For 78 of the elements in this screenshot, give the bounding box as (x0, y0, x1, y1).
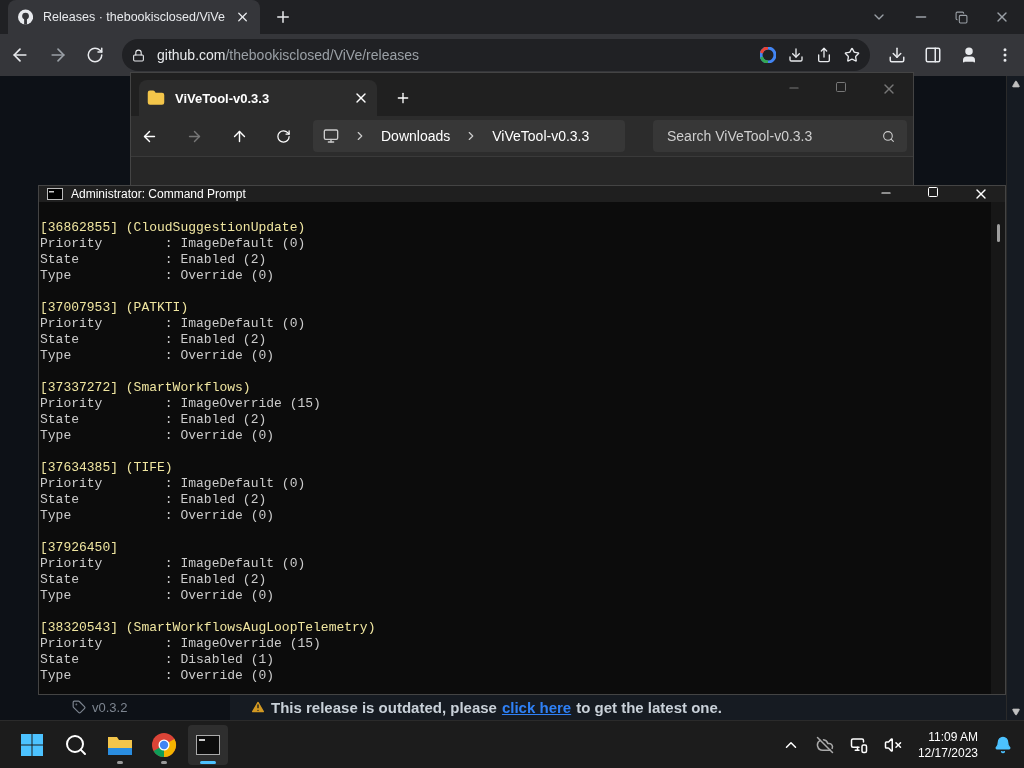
feature-header: [38320543] (SmartWorkflowsAugLoopTelemetry) (40, 620, 377, 636)
running-indicator (200, 760, 216, 764)
scroll-up-icon[interactable] (1011, 80, 1020, 88)
date-text: 12/17/2023 (917, 744, 978, 761)
windows-logo-icon (20, 732, 44, 757)
console-line: State : Enabled (2) (40, 412, 268, 428)
explorer-tab[interactable]: ViVeTool-v0.3.3 (139, 80, 377, 116)
tag-icon (72, 700, 86, 714)
breadcrumb[interactable]: ViVeTool-v0.3.3 (492, 128, 590, 144)
console-line: Type : Override (0) (40, 588, 276, 604)
restore-icon[interactable] (955, 10, 968, 24)
console-line: State : Disabled (1) (40, 652, 276, 668)
console-line: State : Enabled (2) (40, 492, 268, 508)
console-line: Type : Override (0) (40, 268, 276, 284)
scrollbar[interactable] (991, 202, 1005, 694)
time-text: 11:09 AM (928, 728, 978, 745)
running-indicator (161, 760, 167, 764)
cloud-off-icon[interactable] (815, 735, 834, 754)
address-bar[interactable]: Downloads ViVeTool-v0.3.3 (313, 120, 625, 152)
console-line: Priority : ImageDefault (0) (40, 556, 307, 572)
search-icon (64, 732, 88, 757)
console-line: Type : Override (0) (40, 348, 276, 364)
search-icon (882, 129, 895, 143)
warning-icon (250, 699, 266, 715)
running-indicator (117, 760, 123, 764)
new-tab-icon[interactable] (395, 90, 411, 106)
outdated-banner: This release is outdated, please click here to get the latest one. (230, 694, 1006, 720)
new-tab-icon[interactable] (274, 8, 292, 26)
console-line: State : Enabled (2) (40, 572, 268, 588)
feature-header: [36862855] (CloudSuggestionUpdate) (40, 220, 307, 236)
console-line: Priority : ImageDefault (0) (40, 316, 307, 332)
console-line: Priority : ImageDefault (0) (40, 236, 307, 252)
feature-header: [37337272] (SmartWorkflows) (40, 380, 252, 396)
reload-icon[interactable] (86, 46, 104, 64)
explorer-tab-title: ViVeTool-v0.3.3 (175, 90, 271, 106)
refresh-icon[interactable] (276, 128, 291, 144)
downloads-icon[interactable] (888, 46, 906, 64)
scrollbar[interactable] (1006, 76, 1024, 720)
tab-title: Releases · thebookisclosed/ViVe (43, 10, 225, 24)
breadcrumb[interactable]: Downloads (381, 128, 451, 144)
taskbar-app[interactable] (188, 724, 228, 765)
browser-tab[interactable]: Releases · thebookisclosed/ViVe (8, 0, 260, 34)
profile-icon[interactable] (960, 46, 978, 64)
terminal-icon (196, 734, 220, 755)
clock[interactable]: 11:09 AM 12/17/2023 (917, 728, 978, 761)
lock-icon (132, 48, 145, 62)
bookmark-icon[interactable] (844, 47, 860, 63)
url-text: github.com/thebookisclosed/ViVe/releases (157, 47, 421, 63)
share-icon[interactable] (816, 47, 832, 63)
folder-icon (147, 89, 165, 107)
chrome-logo-icon (151, 731, 177, 758)
click-here-link[interactable]: click here (501, 698, 572, 716)
console-icon (47, 188, 63, 200)
volume-muted-icon[interactable] (883, 735, 902, 754)
scroll-down-icon[interactable] (1011, 708, 1020, 716)
console-line: Priority : ImageDefault (0) (40, 476, 307, 492)
search-field[interactable]: Search ViVeTool-v0.3.3 (653, 120, 907, 152)
notification-icon[interactable] (994, 735, 1012, 754)
feature-header: [37926450] (40, 540, 119, 556)
scroll-thumb[interactable] (996, 224, 1000, 242)
console-line: Priority : ImageOverride (15) (40, 636, 322, 652)
console-line: Type : Override (0) (40, 508, 276, 524)
release-tag: v0.3.2 (92, 699, 128, 715)
network-icon[interactable] (849, 735, 868, 754)
install-icon[interactable] (788, 47, 804, 63)
computer-icon (323, 128, 339, 144)
console-line: State : Enabled (2) (40, 332, 268, 348)
side-panel-icon[interactable] (924, 46, 942, 64)
google-logo-icon (760, 47, 776, 63)
window-title: Administrator: Command Prompt (71, 187, 247, 201)
feature-header: [37634385] (TIFE) (40, 460, 174, 476)
console-line: State : Enabled (2) (40, 252, 268, 268)
console-line: Type : Override (0) (40, 668, 276, 684)
console-line: Type : Override (0) (40, 428, 276, 444)
feature-header: [37007953] (PATKTI) (40, 300, 190, 316)
console-line: Priority : ImageOverride (15) (40, 396, 322, 412)
github-logo-icon (18, 9, 34, 25)
address-bar[interactable]: github.com/thebookisclosed/ViVe/releases (122, 39, 870, 71)
